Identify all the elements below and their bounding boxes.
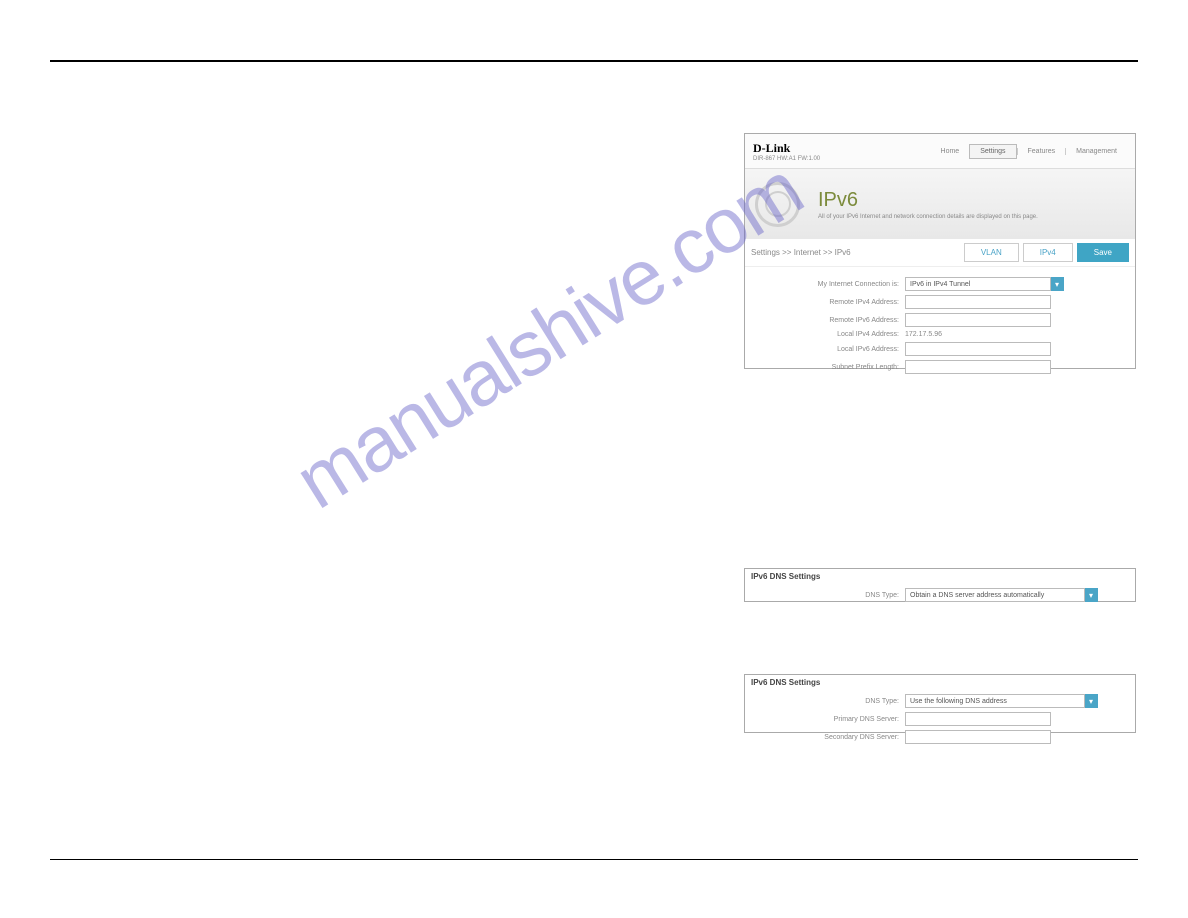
globe-icon [755, 182, 800, 227]
dns-section-title-2: IPv6 DNS Settings [745, 675, 1135, 690]
bottom-rule [50, 859, 1138, 860]
nav-management[interactable]: Management [1065, 148, 1127, 155]
conn-dropdown[interactable]: IPv6 in IPv4 Tunnel [905, 277, 1051, 291]
subnet-label: Subnet Prefix Length: [753, 364, 905, 371]
local-ipv4-value: 172.17.5.96 [905, 331, 942, 338]
ipv4-button[interactable]: IPv4 [1023, 243, 1073, 262]
chevron-down-icon[interactable]: ▾ [1050, 277, 1064, 291]
conn-label: My Internet Connection is: [753, 281, 905, 288]
dns-type-dropdown-manual[interactable]: Use the following DNS address [905, 694, 1085, 708]
page-description: All of your IPv6 Internet and network co… [818, 214, 1038, 220]
subnet-input[interactable] [905, 360, 1051, 374]
model-info: DIR-867 HW:A1 FW:1.00 [753, 156, 820, 162]
tab-buttons: VLAN IPv4 Save [964, 243, 1129, 262]
brand-logo: D-Link [753, 141, 820, 156]
primary-dns-input[interactable] [905, 712, 1051, 726]
top-rule [50, 60, 1138, 62]
local-ipv6-label: Local IPv6 Address: [753, 346, 905, 353]
dns-type-label-1: DNS Type: [753, 592, 905, 599]
dns-auto-panel: IPv6 DNS Settings DNS Type: Obtain a DNS… [744, 568, 1136, 602]
app-topbar: D-Link DIR-867 HW:A1 FW:1.00 Home Settin… [745, 134, 1135, 169]
local-ipv4-label: Local IPv4 Address: [753, 331, 905, 338]
watermark-text: manualshive.com [280, 144, 817, 527]
primary-dns-label: Primary DNS Server: [753, 716, 905, 723]
secondary-dns-label: Secondary DNS Server: [753, 734, 905, 741]
nav-home[interactable]: Home [931, 148, 970, 155]
nav-features[interactable]: Features [1017, 148, 1066, 155]
dns-type-label-2: DNS Type: [753, 698, 905, 705]
page-header: IPv6 All of your IPv6 Internet and netwo… [745, 169, 1135, 239]
vlan-button[interactable]: VLAN [964, 243, 1019, 262]
nav-settings[interactable]: Settings [969, 144, 1016, 159]
chevron-down-icon[interactable]: ▾ [1084, 588, 1098, 602]
remote-ipv4-input[interactable] [905, 295, 1051, 309]
remote-ipv6-label: Remote IPv6 Address: [753, 317, 905, 324]
dns-type-dropdown-auto[interactable]: Obtain a DNS server address automaticall… [905, 588, 1085, 602]
local-ipv6-input[interactable] [905, 342, 1051, 356]
ipv6-form: My Internet Connection is: IPv6 in IPv4 … [745, 267, 1135, 384]
breadcrumb-row: Settings >> Internet >> IPv6 VLAN IPv4 S… [745, 239, 1135, 267]
dns-manual-panel: IPv6 DNS Settings DNS Type: Use the foll… [744, 674, 1136, 733]
breadcrumb: Settings >> Internet >> IPv6 [751, 248, 851, 257]
secondary-dns-input[interactable] [905, 730, 1051, 744]
ipv6-settings-panel: D-Link DIR-867 HW:A1 FW:1.00 Home Settin… [744, 133, 1136, 369]
remote-ipv4-label: Remote IPv4 Address: [753, 299, 905, 306]
top-nav: Home Settings Features Management [931, 144, 1127, 159]
save-button[interactable]: Save [1077, 243, 1129, 262]
remote-ipv6-input[interactable] [905, 313, 1051, 327]
chevron-down-icon[interactable]: ▾ [1084, 694, 1098, 708]
page-title: IPv6 [818, 189, 1038, 212]
dns-section-title-1: IPv6 DNS Settings [745, 569, 1135, 584]
